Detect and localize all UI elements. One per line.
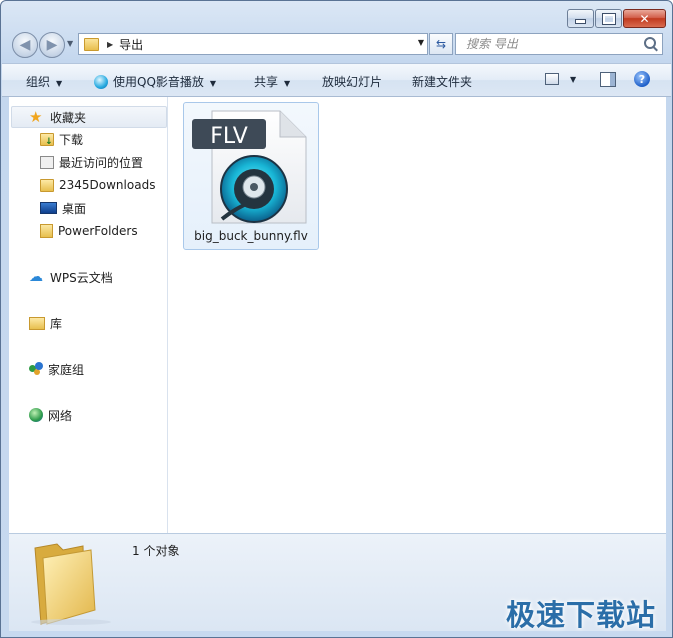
chevron-down-icon: ▼: [284, 79, 291, 88]
maximize-button[interactable]: [595, 9, 622, 28]
slideshow-button[interactable]: 放映幻灯片: [322, 73, 382, 90]
star-icon: ★: [29, 108, 43, 126]
nav-homegroup-label: 家庭组: [48, 362, 85, 377]
search-icon[interactable]: [644, 37, 656, 49]
nav-item-recent-places[interactable]: 最近访问的位置: [40, 152, 143, 172]
nav-item-label: PowerFolders: [58, 224, 138, 238]
refresh-button[interactable]: ⇆: [429, 33, 453, 55]
nav-wps-cloud[interactable]: ☁ WPS云文档: [29, 267, 113, 287]
file-name: big_buck_bunny.flv: [194, 229, 308, 243]
organize-label: 组织: [26, 75, 51, 89]
cloud-icon: ☁: [29, 269, 43, 285]
explorer-window: ✕ ◀ ▶ ▼ ▶ 导出 ▼ ⇆ 组织 ▼ 使用QQ影音播放 ▼: [0, 0, 673, 638]
maximize-icon: [601, 12, 616, 25]
forward-button[interactable]: ▶: [39, 32, 65, 58]
close-icon: ✕: [639, 11, 650, 26]
folder-icon: [40, 178, 54, 192]
close-button[interactable]: ✕: [623, 9, 666, 28]
nav-libraries[interactable]: 库: [29, 313, 62, 333]
watermark: 极速下载站: [505, 598, 656, 632]
minimize-icon: [575, 19, 586, 24]
recent-places-icon: [40, 155, 54, 169]
forward-arrow-icon: ▶: [46, 37, 58, 53]
folder-icon: [84, 37, 99, 51]
nav-homegroup[interactable]: 家庭组: [29, 359, 84, 379]
share-button[interactable]: 共享 ▼: [254, 73, 290, 90]
library-icon: [29, 316, 45, 330]
address-bar[interactable]: ▶ 导出 ▼: [78, 33, 428, 55]
search-input[interactable]: [464, 36, 648, 52]
breadcrumb-current-folder[interactable]: 导出: [119, 36, 143, 53]
nav-item-2345downloads[interactable]: 2345Downloads: [40, 175, 155, 195]
minimize-button[interactable]: [567, 9, 594, 28]
nav-item-powerfolders[interactable]: PowerFolders: [40, 221, 138, 241]
file-list[interactable]: FLV big_buck_bunny.flv: [168, 97, 666, 533]
powerfolders-icon: [40, 224, 53, 238]
flv-file-icon: FLV: [192, 110, 307, 224]
item-count: 1 个对象: [132, 544, 180, 558]
command-bar: 组织 ▼ 使用QQ影音播放 ▼ 共享 ▼ 放映幻灯片 新建文件夹 ▼ ?: [2, 63, 671, 97]
details-pane: 1 个对象 极速下载站: [9, 533, 666, 632]
chevron-down-icon: ▼: [209, 79, 217, 88]
nav-item-label: 桌面: [62, 201, 87, 216]
play-with-qq-button[interactable]: 使用QQ影音播放 ▼: [94, 73, 216, 90]
organize-button[interactable]: 组织 ▼: [26, 73, 62, 90]
new-folder-button[interactable]: 新建文件夹: [412, 73, 472, 90]
nav-favorites[interactable]: ★ 收藏夹: [11, 106, 167, 128]
nav-item-label: 下载: [59, 132, 84, 147]
search-box[interactable]: [455, 33, 663, 55]
nav-item-desktop[interactable]: 桌面: [40, 198, 86, 218]
refresh-icon: ⇆: [435, 37, 447, 51]
nav-network[interactable]: 网络: [29, 405, 72, 425]
back-arrow-icon: ◀: [19, 37, 31, 53]
preview-pane-icon[interactable]: [600, 72, 616, 87]
address-history-dropdown[interactable]: ▼: [418, 38, 424, 47]
nav-item-label: 2345Downloads: [59, 178, 156, 192]
download-folder-icon: ↓: [40, 132, 54, 147]
help-icon[interactable]: ?: [634, 71, 650, 87]
navigation-pane: ★ 收藏夹 ↓ 下载 最近访问的位置 2345Downloads 桌面 Powe…: [9, 97, 168, 533]
homegroup-icon: [29, 362, 43, 376]
recent-pages-dropdown[interactable]: ▼: [67, 39, 73, 48]
nav-favorites-label: 收藏夹: [50, 110, 87, 125]
nav-wps-cloud-label: WPS云文档: [50, 270, 113, 285]
chevron-down-icon: ▼: [56, 79, 63, 88]
desktop-icon: [40, 202, 57, 214]
nav-network-label: 网络: [48, 408, 73, 423]
qq-player-icon: [94, 75, 108, 89]
file-item[interactable]: FLV big_buck_bunny.flv: [183, 102, 319, 250]
nav-item-label: 最近访问的位置: [59, 155, 144, 170]
breadcrumb-separator-icon[interactable]: ▶: [107, 40, 113, 49]
navigation-bar: ◀ ▶ ▼ ▶ 导出 ▼ ⇆: [9, 31, 665, 58]
share-label: 共享: [254, 75, 279, 89]
network-icon: [29, 408, 43, 422]
nav-libraries-label: 库: [50, 316, 63, 331]
back-button[interactable]: ◀: [12, 32, 38, 58]
caption-buttons: ✕: [566, 9, 666, 28]
file-type-badge: FLV: [210, 124, 248, 149]
nav-item-downloads[interactable]: ↓ 下载: [40, 129, 83, 149]
view-options-dropdown[interactable]: ▼: [570, 75, 576, 84]
play-with-qq-label: 使用QQ影音播放: [113, 75, 204, 89]
change-view-icon[interactable]: [545, 73, 559, 85]
folder-large-icon: [31, 543, 111, 625]
